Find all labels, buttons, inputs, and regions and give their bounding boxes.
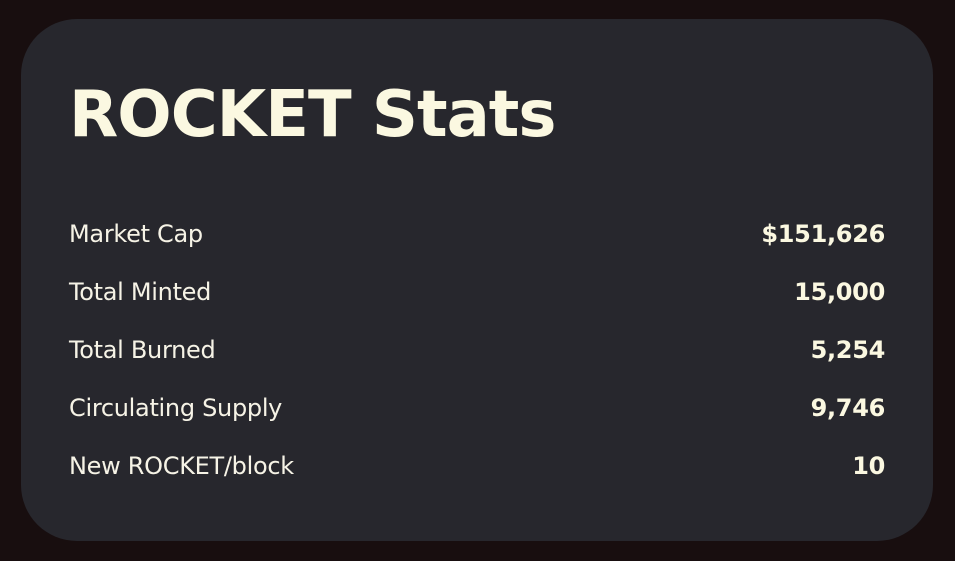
stat-value: $151,626 <box>761 220 885 248</box>
stat-label: Circulating Supply <box>69 394 283 422</box>
stat-value: 9,746 <box>810 394 886 422</box>
stat-row-total-minted: Total Minted 15,000 <box>69 263 885 321</box>
stat-label: New ROCKET/block <box>69 452 294 480</box>
stats-list: Market Cap $151,626 Total Minted 15,000 … <box>69 205 885 495</box>
stats-card: ROCKET Stats Market Cap $151,626 Total M… <box>21 19 933 541</box>
stat-value: 10 <box>852 452 885 480</box>
stat-label: Total Minted <box>69 278 212 306</box>
stat-row-new-rocket-per-block: New ROCKET/block 10 <box>69 437 885 495</box>
stat-row-market-cap: Market Cap $151,626 <box>69 205 885 263</box>
stat-label: Total Burned <box>69 336 216 364</box>
stat-row-total-burned: Total Burned 5,254 <box>69 321 885 379</box>
stat-row-circulating-supply: Circulating Supply 9,746 <box>69 379 885 437</box>
stat-label: Market Cap <box>69 220 203 248</box>
stat-value: 5,254 <box>810 336 886 364</box>
card-title: ROCKET Stats <box>69 78 556 152</box>
stat-value: 15,000 <box>794 278 885 306</box>
